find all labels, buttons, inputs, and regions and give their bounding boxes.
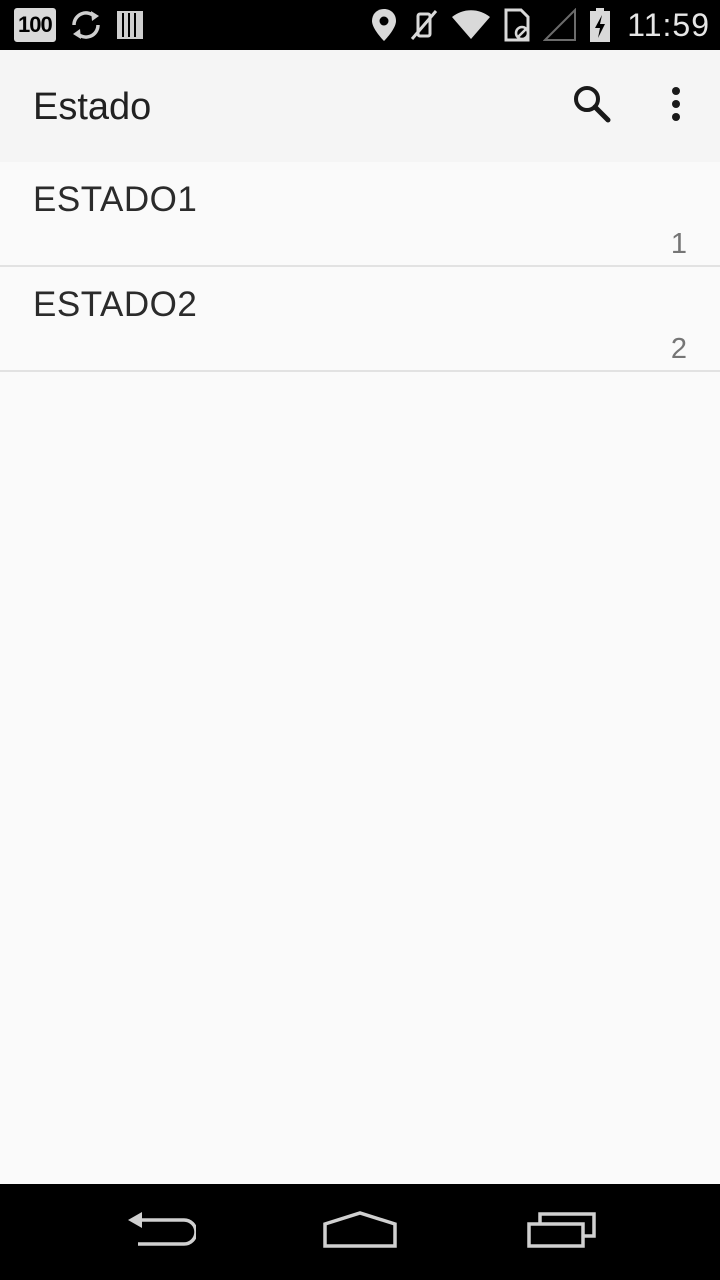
home-icon bbox=[322, 1210, 398, 1255]
status-bar-right: 11:59 bbox=[371, 0, 710, 50]
battery-charging-icon bbox=[589, 7, 611, 43]
screen: 100 11:59 Estado ESTADO1 1 ESTADO2 2 bbox=[0, 0, 720, 1280]
storage-bars-icon bbox=[116, 9, 144, 41]
list-item-count: 2 bbox=[670, 333, 687, 365]
signal-empty-icon bbox=[543, 8, 577, 42]
back-icon bbox=[124, 1210, 198, 1255]
list-item[interactable]: ESTADO2 2 bbox=[0, 267, 720, 372]
list-item-count: 1 bbox=[670, 228, 687, 260]
status-bar: 100 11:59 bbox=[0, 0, 720, 50]
list-item-title: ESTADO2 bbox=[33, 285, 198, 324]
vibrate-off-icon bbox=[409, 8, 439, 42]
sync-icon bbox=[68, 7, 104, 43]
search-button[interactable] bbox=[564, 78, 620, 134]
no-sim-icon bbox=[503, 8, 531, 42]
back-button[interactable] bbox=[110, 1202, 210, 1262]
wifi-icon bbox=[451, 9, 491, 41]
location-icon bbox=[371, 8, 397, 42]
status-bar-left: 100 bbox=[14, 0, 156, 50]
overflow-menu-button[interactable] bbox=[648, 78, 704, 134]
navigation-bar bbox=[0, 1184, 720, 1280]
overflow-menu-icon bbox=[670, 86, 682, 127]
search-icon bbox=[572, 84, 612, 129]
badge-100-icon: 100 bbox=[14, 8, 56, 42]
recents-button[interactable] bbox=[512, 1202, 612, 1262]
app-toolbar: Estado bbox=[0, 50, 720, 162]
page-title: Estado bbox=[33, 86, 152, 128]
estado-list: ESTADO1 1 ESTADO2 2 bbox=[0, 162, 720, 372]
list-item[interactable]: ESTADO1 1 bbox=[0, 162, 720, 267]
status-time: 11:59 bbox=[627, 6, 710, 43]
list-item-title: ESTADO1 bbox=[33, 180, 198, 219]
home-button[interactable] bbox=[310, 1202, 410, 1262]
recents-icon bbox=[526, 1210, 598, 1255]
